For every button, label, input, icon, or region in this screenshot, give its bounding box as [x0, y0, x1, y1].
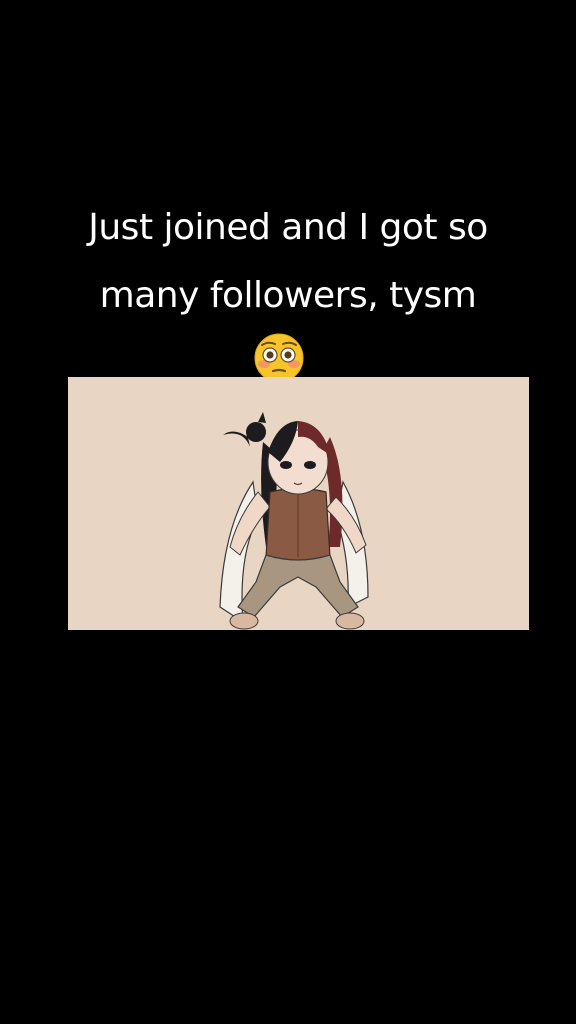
- flushed-face-emoji-icon: [254, 333, 304, 383]
- video-frame[interactable]: [68, 377, 529, 630]
- gacha-character-image: [219, 412, 369, 630]
- video-screen[interactable]: Just joined and I got so many followers,…: [0, 0, 576, 1024]
- caption-line-2: many followers, tysm: [99, 275, 477, 316]
- caption-text: Just joined and I got so many followers,…: [28, 194, 548, 330]
- caption-line-1: Just joined and I got so: [88, 207, 488, 248]
